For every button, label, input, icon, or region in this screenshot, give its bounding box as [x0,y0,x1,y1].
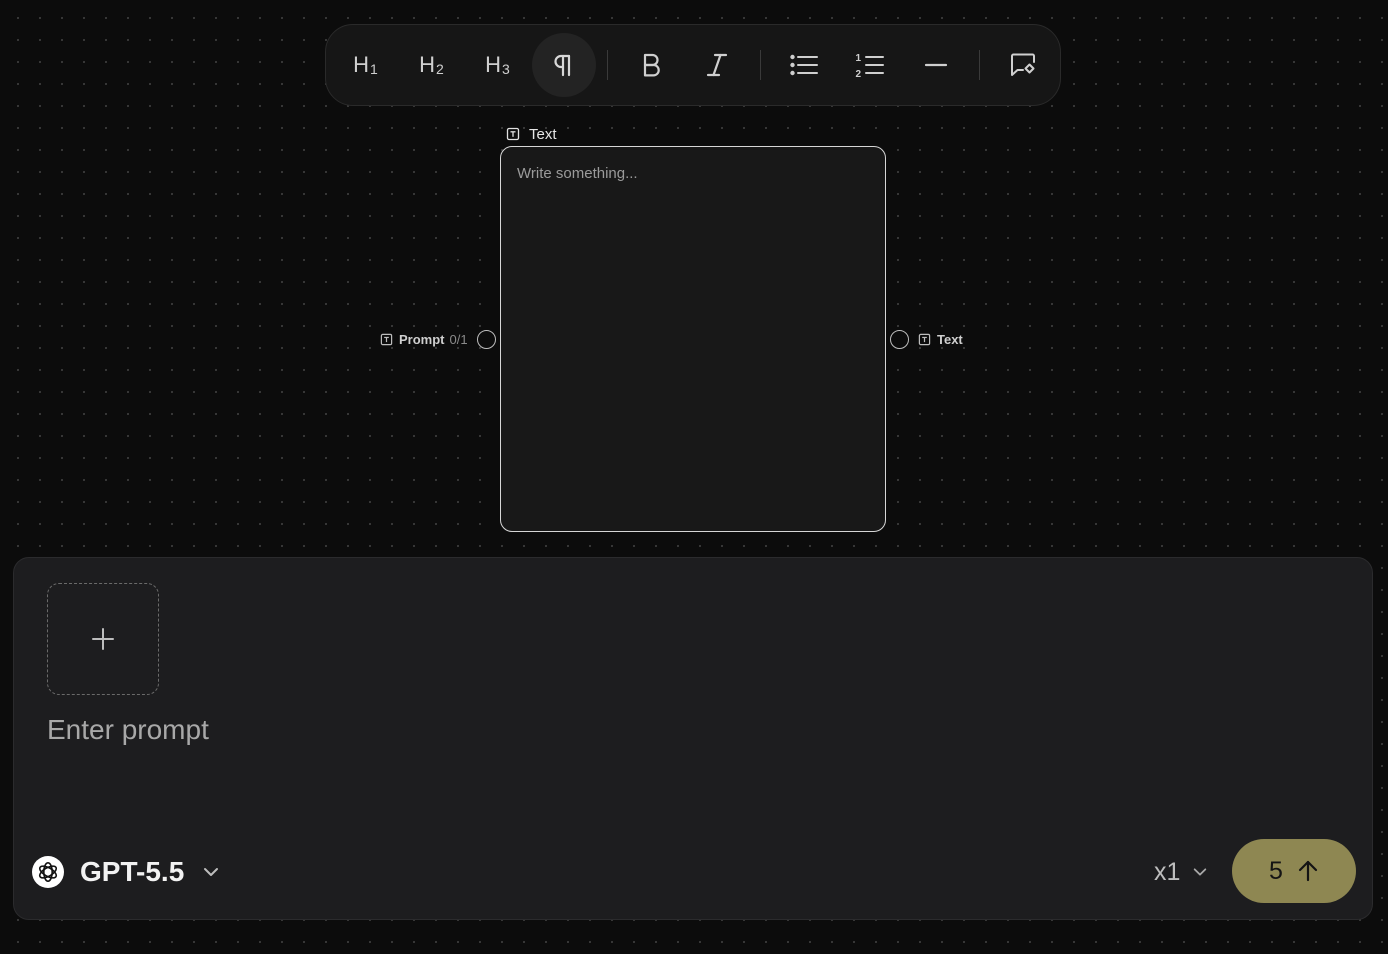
bullet-list-icon [790,54,818,76]
toolbar-divider [607,50,608,80]
prompt-input-port: Prompt 0/1 [380,329,496,349]
text-port-label: Text [937,331,963,347]
svg-text:2: 2 [856,69,862,80]
quantity-selector[interactable]: x1 [1154,854,1208,890]
text-node-title: Text [529,125,557,143]
run-cost: 5 [1269,856,1283,885]
numbered-list-button[interactable]: 1 2 [838,33,902,97]
bullet-list-button[interactable] [772,33,836,97]
plus-icon [92,628,114,650]
horizontal-rule-button[interactable] [904,33,968,97]
bold-button[interactable] [619,33,683,97]
openai-logo-icon [32,856,64,888]
prompt-port-count: 0/1 [449,331,468,347]
quantity-value: x1 [1154,857,1181,886]
document-icon [380,333,393,346]
model-name: GPT-5.5 [80,856,185,887]
italic-icon [706,53,728,77]
horizontal-rule-icon [924,63,948,67]
pilcrow-icon [554,54,571,77]
document-icon [506,127,520,141]
text-node[interactable]: Write something... [500,146,886,532]
text-node-header: Text [506,124,557,144]
input-port-handle[interactable] [476,329,496,349]
comment-icon [1011,53,1035,76]
formatting-toolbar: H1 H2 H3 1 2 [325,24,1061,106]
chevron-down-icon [204,868,219,876]
heading-1-label: H1 [353,52,379,77]
arrow-up-icon [1298,860,1318,882]
model-selector[interactable]: GPT-5.5 [32,852,220,892]
text-output-port: Text [890,329,963,349]
bold-icon [643,53,660,77]
heading-2-label: H2 [419,52,445,77]
text-node-editor[interactable]: Write something... [517,165,869,182]
add-attachment-button[interactable] [47,583,159,695]
heading-2-button[interactable]: H2 [400,33,464,97]
numbered-list-icon: 1 2 [856,53,884,80]
svg-text:1: 1 [856,53,862,64]
heading-1-button[interactable]: H1 [334,33,398,97]
prompt-panel: GPT-5.5 x1 5 [13,557,1373,920]
run-button[interactable]: 5 [1232,839,1356,903]
heading-3-label: H3 [485,52,511,77]
paragraph-button[interactable] [532,33,596,97]
toolbar-divider [760,50,761,80]
comment-button[interactable] [991,33,1055,97]
output-port-handle[interactable] [890,329,909,349]
toolbar-divider [979,50,980,80]
document-icon [918,333,931,346]
heading-3-button[interactable]: H3 [466,33,530,97]
italic-button[interactable] [685,33,749,97]
chevron-down-icon [1194,868,1207,876]
prompt-input[interactable] [47,708,1147,752]
prompt-port-label: Prompt [399,331,445,347]
